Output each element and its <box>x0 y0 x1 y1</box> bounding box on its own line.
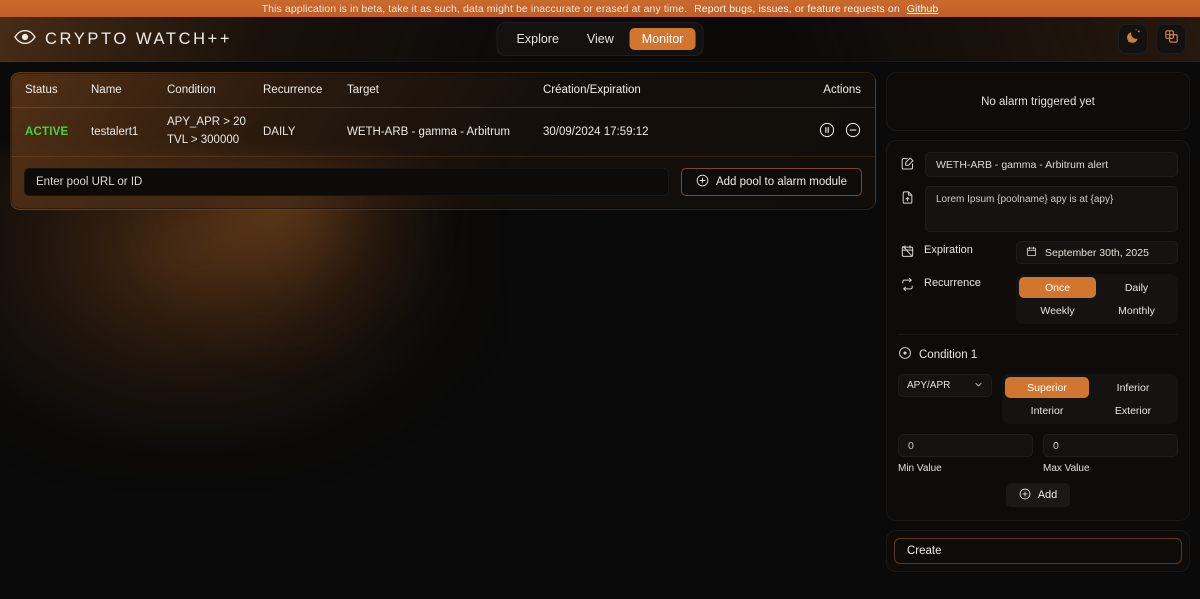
alert-target: WETH-ARB - gamma - Arbitrum <box>347 125 510 138</box>
alerts-table-card: Status Name Condition Recurrence Target … <box>10 72 876 210</box>
comparison-option-interior[interactable]: Interior <box>1005 400 1089 421</box>
add-pool-button-label: Add pool to alarm module <box>715 175 847 188</box>
beta-banner-report-text: Report bugs, issues, or feature requests… <box>694 2 900 15</box>
nav-item-view[interactable]: View <box>575 28 626 50</box>
nav-item-monitor[interactable]: Monitor <box>629 28 696 50</box>
add-pool-button[interactable]: Add pool to alarm module <box>680 167 862 196</box>
github-link[interactable]: Github <box>907 3 939 15</box>
status-badge: ACTIVE <box>25 125 69 138</box>
nav-item-explore[interactable]: Explore <box>505 28 571 50</box>
alert-condition-line-1: APY_APR > 20 <box>167 116 246 128</box>
alert-condition: APY_APR > 20 TVL > 300000 <box>167 114 263 150</box>
main-nav: Explore View Monitor <box>496 22 704 56</box>
column-header-actions: Actions <box>823 84 861 96</box>
expiration-date-value: September 30th, 2025 <box>1045 246 1149 259</box>
alert-recurrence: DAILY <box>263 125 296 138</box>
comparison-option-superior[interactable]: Superior <box>1005 377 1089 398</box>
add-condition-row: Add <box>898 483 1178 507</box>
metric-select[interactable]: APY/APR <box>898 374 992 397</box>
add-condition-button[interactable]: Add <box>1005 483 1071 507</box>
edit-square-icon <box>898 152 916 171</box>
create-panel: Create <box>886 530 1190 572</box>
table-row[interactable]: ACTIVE testalert1 APY_APR > 20 TVL > 300… <box>11 108 875 157</box>
recurrence-option-daily[interactable]: Daily <box>1098 277 1175 298</box>
eye-icon <box>14 29 36 49</box>
recurrence-label: Recurrence <box>924 277 981 289</box>
recurrence-row: Recurrence Once Daily Weekly Monthly <box>898 274 1178 324</box>
app-header: CRYPTO WATCH++ Explore View Monitor <box>0 17 1200 62</box>
calendar-icon <box>1026 246 1037 260</box>
pause-icon[interactable] <box>819 122 835 141</box>
remove-icon[interactable] <box>845 122 861 141</box>
alert-message-textarea[interactable] <box>925 186 1178 232</box>
recurrence-options: Once Daily Weekly Monthly <box>1016 274 1178 324</box>
alert-creation-date: 30/09/2024 17:59:12 <box>543 125 649 138</box>
brand-name: CRYPTO WATCH++ <box>45 29 233 48</box>
alert-name: testalert1 <box>91 125 139 138</box>
max-value-input[interactable] <box>1043 434 1178 457</box>
alert-condition-line-2: TVL > 300000 <box>167 133 240 146</box>
target-circle-icon <box>898 346 912 363</box>
add-condition-label: Add <box>1037 489 1058 501</box>
alert-name-input[interactable] <box>925 152 1178 177</box>
moon-icon <box>1125 28 1142 50</box>
alarm-side-panel: No alarm triggered yet WETH-ARB - gamma … <box>886 72 1190 572</box>
plus-circle-icon <box>696 174 709 190</box>
condition-title-label: Condition 1 <box>919 348 978 361</box>
condition-controls: APY/APR Superior Inferior Interior Exter… <box>898 374 1178 424</box>
expiration-label: Expiration <box>924 244 973 256</box>
create-button[interactable]: Create <box>894 538 1182 564</box>
brand[interactable]: CRYPTO WATCH++ <box>14 29 233 49</box>
recurrence-option-once[interactable]: Once <box>1019 277 1096 298</box>
beta-banner-message: This application is in beta, take it as … <box>261 2 688 15</box>
column-header-recurrence: Recurrence <box>263 84 323 96</box>
max-value-group: Max Value <box>1043 434 1178 474</box>
comparison-option-exterior[interactable]: Exterior <box>1091 400 1175 421</box>
chevron-down-icon <box>974 380 983 392</box>
value-range-row: Min Value Max Value <box>898 434 1178 474</box>
comparison-option-inferior[interactable]: Inferior <box>1091 377 1175 398</box>
repeat-icon <box>898 274 916 292</box>
expiration-row: Expiration September 30th, 2025 <box>898 241 1178 264</box>
min-value-input[interactable] <box>898 434 1033 457</box>
min-value-label: Min Value <box>898 463 942 474</box>
beta-banner: This application is in beta, take it as … <box>0 0 1200 17</box>
alarm-status-text: No alarm triggered yet <box>981 95 1095 108</box>
expiration-date-picker[interactable]: September 30th, 2025 <box>1016 241 1178 264</box>
form-divider <box>898 334 1178 335</box>
alarm-form-panel: Expiration September 30th, 2025 <box>886 140 1190 521</box>
recurrence-option-weekly[interactable]: Weekly <box>1019 300 1096 321</box>
wallet-button[interactable] <box>1156 24 1186 54</box>
main-layout: Status Name Condition Recurrence Target … <box>0 62 1200 599</box>
column-header-condition: Condition <box>167 84 216 96</box>
pool-url-input[interactable] <box>24 167 669 196</box>
calendar-off-icon <box>898 241 916 259</box>
plus-circle-icon <box>1019 488 1031 503</box>
alert-message-row <box>898 186 1178 232</box>
alerts-table-header: Status Name Condition Recurrence Target … <box>11 73 875 108</box>
metric-select-value: APY/APR <box>907 380 951 391</box>
column-header-target: Target <box>347 84 379 96</box>
min-value-group: Min Value <box>898 434 1033 474</box>
max-value-label: Max Value <box>1043 463 1090 474</box>
wallet-icon <box>1163 28 1180 50</box>
recurrence-option-monthly[interactable]: Monthly <box>1098 300 1175 321</box>
alarm-status-panel: No alarm triggered yet <box>886 72 1190 131</box>
row-actions <box>773 122 861 141</box>
column-header-creation-expiration: Création/Expiration <box>543 84 641 96</box>
comparison-options: Superior Inferior Interior Exterior <box>1002 374 1178 424</box>
column-header-status: Status <box>25 84 58 96</box>
alert-name-row <box>898 152 1178 177</box>
add-pool-row: Add pool to alarm module <box>11 157 875 209</box>
theme-toggle-button[interactable] <box>1118 24 1148 54</box>
file-icon <box>898 186 916 205</box>
condition-header: Condition 1 <box>898 346 1178 363</box>
header-actions <box>1118 24 1186 54</box>
column-header-name: Name <box>91 84 122 96</box>
